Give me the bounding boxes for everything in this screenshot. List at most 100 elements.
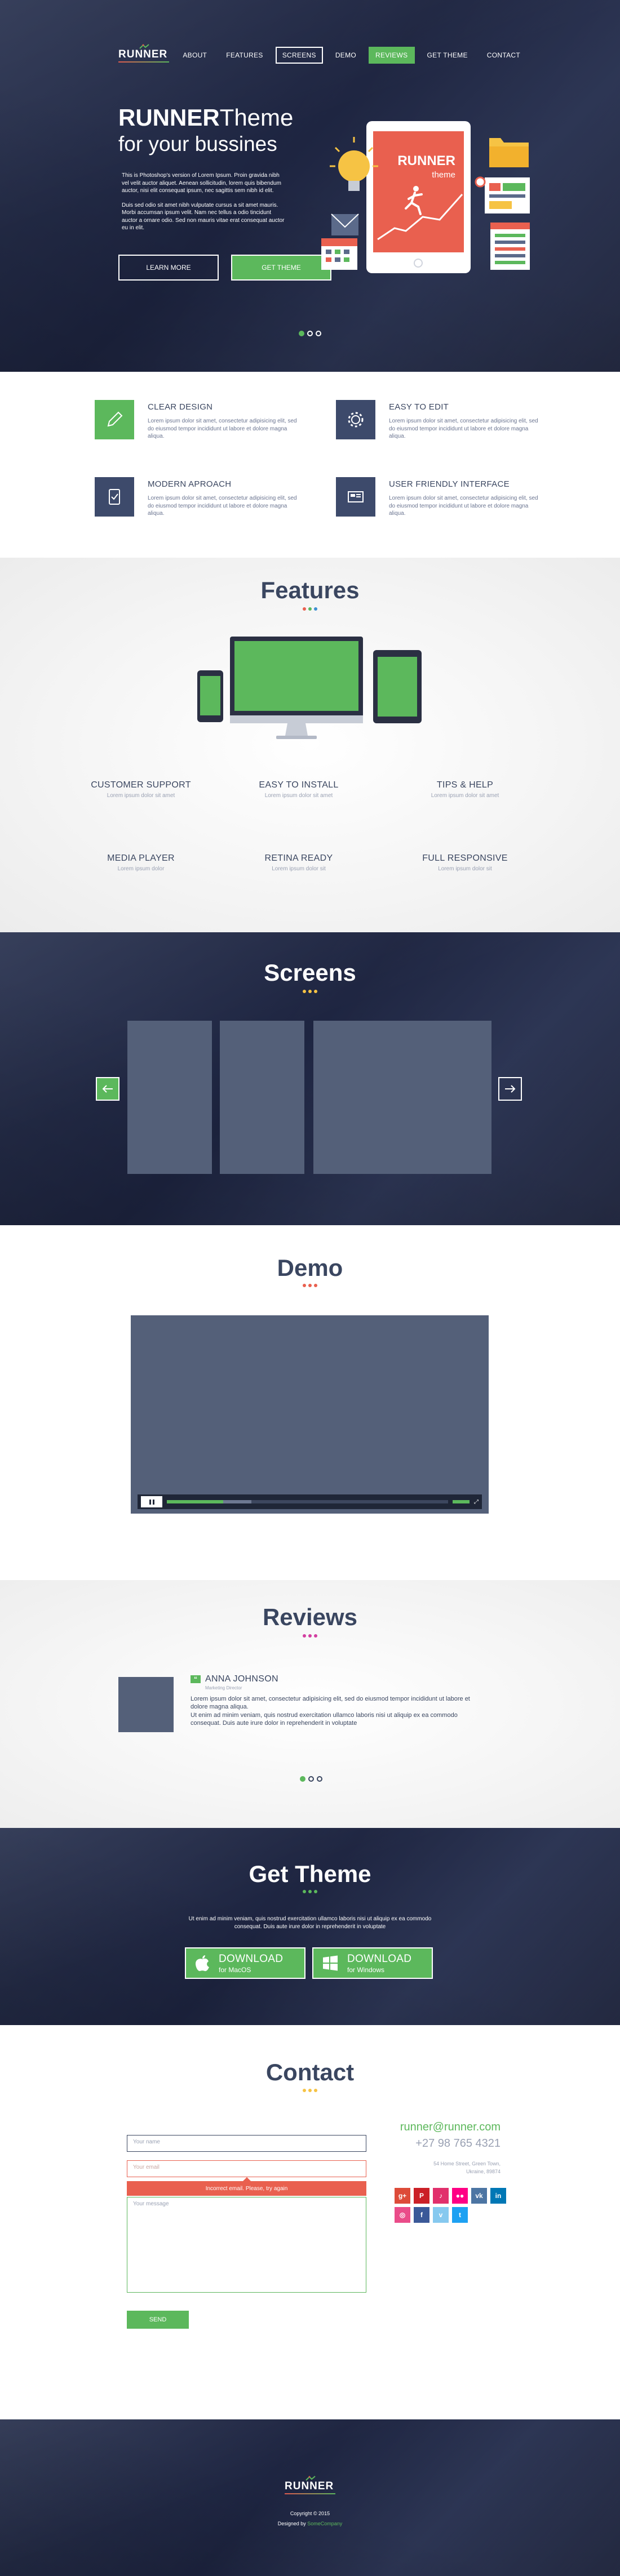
feature-title: TIPS & HELP	[436, 780, 494, 790]
video-player[interactable]: ⤢	[131, 1315, 489, 1514]
nav-item-reviews[interactable]: REVIEWS	[369, 47, 415, 64]
pause-button[interactable]	[141, 1496, 162, 1507]
benefit-title: USER FRIENDLY INTERFACE	[389, 479, 510, 489]
benefit-text: Lorem ipsum dolor sit amet, consectetur …	[148, 495, 297, 517]
screenshot-thumbnail[interactable]	[220, 1021, 304, 1174]
slider-dot[interactable]	[317, 1776, 322, 1782]
quote-icon: “	[191, 1675, 201, 1683]
runner-logo-icon	[305, 2476, 316, 2481]
get-theme-button[interactable]: GET THEME	[231, 255, 331, 281]
footer-logo[interactable]: RUNNER	[285, 2476, 335, 2494]
hero-title-bold: RUNNER	[118, 104, 220, 131]
top-navigation: RUNNER ABOUT FEATURES SCREENS DEMO REVIEWS GE…	[118, 43, 527, 65]
download-windows-button[interactable]: DOWNLOAD for Windows	[312, 1947, 433, 1979]
arrow-left-icon	[102, 1085, 113, 1093]
feature-title: CUSTOMER SUPPORT	[91, 780, 191, 790]
slider-dot[interactable]	[299, 331, 304, 336]
demo-section: Demo ⤢	[0, 1225, 620, 1580]
reviews-section: Reviews “ ANNA JOHNSON Marketing Directo…	[0, 1580, 620, 1828]
slider-dot[interactable]	[316, 331, 321, 336]
fullscreen-icon[interactable]: ⤢	[474, 1499, 479, 1505]
download-mac-button[interactable]: DOWNLOAD for MacOS	[185, 1947, 305, 1979]
windows-icon	[323, 1955, 338, 1971]
folder-icon	[489, 138, 529, 167]
slider-dot[interactable]	[300, 1776, 305, 1782]
title-divider-dots	[0, 1284, 620, 1287]
devices-illustration	[197, 637, 422, 739]
logo-underline	[285, 2493, 335, 2494]
nav-item-features[interactable]: FEATURES	[219, 47, 270, 64]
benefit-item: EASY TO EDIT Lorem ipsum dolor sit amet,…	[336, 400, 539, 441]
hero-title: RUNNERTheme for your bussines	[118, 104, 293, 156]
send-button[interactable]: SEND	[127, 2311, 189, 2329]
learn-more-button[interactable]: LEARN MORE	[118, 255, 219, 281]
feature-title: RETINA READY	[264, 853, 333, 863]
benefit-item: USER FRIENDLY INTERFACE Lorem ipsum dolo…	[336, 477, 539, 518]
screens-section: Screens	[0, 932, 620, 1225]
dribbble-icon[interactable]: ◎	[395, 2207, 410, 2223]
feature-item: CUSTOMER SUPPORT Lorem ipsum dolor sit a…	[76, 780, 206, 799]
volume-slider[interactable]	[453, 1500, 470, 1503]
nav-item-demo[interactable]: DEMO	[329, 47, 363, 64]
features-section: Features CUSTOMER SUPPORT Lorem ipsum do…	[0, 558, 620, 932]
video-progress-bar[interactable]	[167, 1500, 448, 1503]
benefits-section: CLEAR DESIGN Lorem ipsum dolor sit amet,…	[0, 372, 620, 558]
contact-address-line: Ukraine, 89874	[466, 2168, 501, 2174]
review-text: Ut enim ad minim veniam, quis nostrud ex…	[191, 1711, 458, 1727]
designer-link[interactable]: SomeCompany	[307, 2521, 342, 2526]
twitter-icon[interactable]: t	[452, 2207, 468, 2223]
feature-item: EASY TO INSTALL Lorem ipsum dolor sit am…	[234, 780, 364, 799]
logo-text: RUNNER	[285, 2480, 334, 2492]
avatar	[118, 1677, 174, 1732]
video-controls: ⤢	[138, 1494, 482, 1509]
logo[interactable]: RUNNER	[118, 43, 169, 63]
section-title: Contact	[265, 2059, 355, 2085]
get-theme-section: Get Theme Ut enim ad minim veniam, quis …	[0, 1828, 620, 2025]
google-plus-icon[interactable]: g+	[395, 2188, 410, 2204]
message-field[interactable]: Your message	[127, 2197, 366, 2293]
facebook-icon[interactable]: f	[414, 2207, 429, 2223]
benefit-item: CLEAR DESIGN Lorem ipsum dolor sit amet,…	[95, 400, 298, 441]
nav-item-get-theme[interactable]: GET THEME	[420, 47, 475, 64]
flickr-icon[interactable]: ●●	[452, 2188, 468, 2204]
screenshot-thumbnail[interactable]	[313, 1021, 491, 1174]
next-screen-button[interactable]	[498, 1077, 522, 1101]
download-mac-label: DOWNLOAD	[219, 1952, 284, 1965]
hero-description: This is Photoshop's version of Lorem Ips…	[122, 172, 285, 232]
nav-item-contact[interactable]: CONTACT	[480, 47, 527, 64]
slider-dot[interactable]	[307, 331, 313, 336]
hero-section: RUNNER ABOUT FEATURES SCREENS DEMO REVIEWS GE…	[0, 0, 620, 372]
runner-logo-icon	[139, 43, 149, 49]
feature-item: FULL RESPONSIVE Lorem ipsum dolor sit	[400, 853, 530, 872]
nav-item-screens[interactable]: SCREENS	[275, 47, 323, 64]
vimeo-icon[interactable]: v	[433, 2207, 449, 2223]
feature-item: RETINA READY Lorem ipsum dolor sit	[234, 853, 364, 872]
linkedin-icon[interactable]: in	[490, 2188, 506, 2204]
slider-dot[interactable]	[308, 1776, 314, 1782]
arrow-right-icon	[505, 1085, 516, 1093]
section-title: Reviews	[262, 1604, 358, 1630]
email-field[interactable]: Your email	[127, 2160, 366, 2177]
screenshot-thumbnail[interactable]	[127, 1021, 212, 1174]
reviewer-role: Marketing Director	[205, 1685, 242, 1690]
section-title: Screens	[264, 959, 356, 986]
benefit-text: Lorem ipsum dolor sit amet, consectetur …	[148, 418, 297, 439]
music-icon[interactable]: ♪	[433, 2188, 449, 2204]
feature-title: FULL RESPONSIVE	[422, 853, 508, 863]
mail-icon	[331, 213, 359, 235]
title-divider-dots	[0, 607, 620, 611]
pinterest-icon[interactable]: P	[414, 2188, 429, 2204]
vk-icon[interactable]: vk	[471, 2188, 487, 2204]
prev-screen-button[interactable]	[96, 1077, 119, 1101]
contact-phone: +27 98 765 4321	[415, 2137, 501, 2150]
nav-item-about[interactable]: ABOUT	[176, 47, 214, 64]
feature-text: Lorem ipsum dolor sit amet	[431, 793, 499, 799]
phone-icon	[197, 670, 223, 722]
contact-email[interactable]: runner@runner.com	[395, 2121, 501, 2134]
benefit-title: EASY TO EDIT	[389, 402, 449, 412]
name-field[interactable]: Your name	[127, 2135, 366, 2152]
benefit-text: Lorem ipsum dolor sit amet, consectetur …	[389, 418, 538, 439]
section-title: Demo	[277, 1254, 343, 1281]
review-text: Lorem ipsum dolor sit amet, consectetur …	[191, 1696, 470, 1711]
contact-address-line: 54 Home Street, Green Town,	[433, 2161, 501, 2166]
